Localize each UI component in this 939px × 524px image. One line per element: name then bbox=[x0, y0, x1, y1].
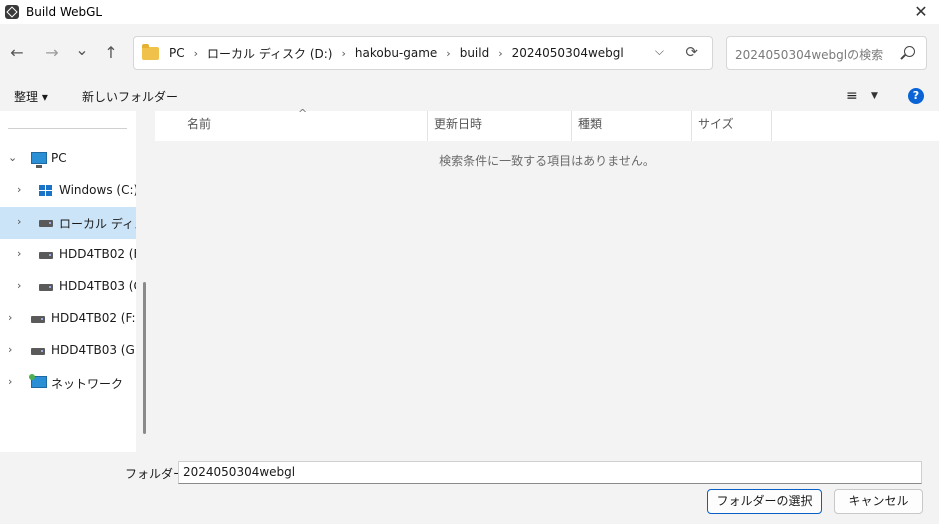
drive-icon bbox=[39, 252, 53, 259]
new-folder-button[interactable]: 新しいフォルダー bbox=[82, 88, 178, 105]
recent-locations-chevron-icon[interactable]: ⌄ bbox=[70, 38, 94, 62]
drive-icon bbox=[31, 348, 45, 355]
search-icon[interactable] bbox=[904, 46, 915, 57]
empty-folder-message: 検索条件に一致する項目はありません。 bbox=[439, 154, 655, 168]
pc-icon bbox=[31, 152, 47, 168]
drive-icon bbox=[39, 220, 53, 227]
search-box[interactable]: 2024050304webglの検索 bbox=[726, 36, 927, 70]
network-icon bbox=[29, 374, 47, 388]
breadcrumb-separator-icon[interactable]: › bbox=[194, 47, 198, 60]
close-icon[interactable]: ✕ bbox=[911, 2, 931, 22]
chevron-right-icon[interactable]: › bbox=[8, 375, 12, 388]
sidebar-item-hdd4tb03-g[interactable]: › HDD4TB03 (G:) bbox=[0, 271, 136, 303]
navigation-pane: ⌄ PC › Windows (C:) › ローカル ディスク › HDD4TB… bbox=[0, 111, 136, 452]
sidebar-scrollbar[interactable] bbox=[143, 282, 146, 434]
folder-name-input[interactable]: 2024050304webgl bbox=[178, 461, 922, 484]
drive-icon bbox=[31, 316, 45, 323]
unity-app-icon bbox=[5, 5, 19, 19]
sidebar-item-label: HDD4TB02 (F:) bbox=[59, 247, 136, 261]
sidebar-item-network[interactable]: › ネットワーク bbox=[0, 367, 136, 399]
chevron-right-icon[interactable]: › bbox=[17, 215, 21, 228]
column-header-date-modified[interactable]: 更新日時 bbox=[428, 111, 572, 141]
chevron-right-icon[interactable]: › bbox=[17, 183, 21, 196]
sidebar-item-label: Windows (C:) bbox=[59, 183, 136, 197]
address-dropdown-icon[interactable]: ⌵ bbox=[655, 44, 664, 59]
breadcrumb-separator-icon[interactable]: › bbox=[498, 47, 502, 60]
sidebar-item-windows-c[interactable]: › Windows (C:) bbox=[0, 175, 136, 207]
view-dropdown-icon[interactable]: ▼ bbox=[871, 91, 878, 101]
column-header-type[interactable]: 種類 bbox=[572, 111, 692, 141]
breadcrumb-current-folder[interactable]: 2024050304webgl bbox=[512, 46, 624, 60]
dialog-footer: フォルダー: 2024050304webgl フォルダーの選択 キャンセル bbox=[0, 452, 939, 524]
breadcrumb-separator-icon[interactable]: › bbox=[446, 47, 450, 60]
chevron-right-icon[interactable]: › bbox=[8, 311, 12, 324]
sidebar-item-label: ネットワーク bbox=[51, 377, 124, 391]
address-bar[interactable]: PC › ローカル ディスク (D:) › hakobu-game › buil… bbox=[133, 36, 713, 70]
column-header-name[interactable]: 名前 bbox=[181, 111, 428, 141]
sidebar-item-hdd4tb02-f[interactable]: › HDD4TB02 (F:) bbox=[0, 239, 136, 271]
command-bar: 整理 ▾ 新しいフォルダー ≡ ▼ ? bbox=[0, 82, 939, 111]
sidebar-item-label: HDD4TB02 (F:) bbox=[51, 311, 136, 325]
sidebar-item-local-disk-d[interactable]: › ローカル ディスク bbox=[0, 207, 136, 239]
drive-icon bbox=[39, 284, 53, 291]
sidebar-item-label: HDD4TB03 (G:) bbox=[51, 343, 136, 357]
chevron-right-icon[interactable]: › bbox=[8, 343, 12, 356]
column-header-row: ^ 名前 更新日時 種類 サイズ bbox=[155, 107, 939, 141]
folder-icon bbox=[142, 43, 159, 60]
sidebar-item-pc[interactable]: ⌄ PC bbox=[0, 143, 136, 175]
window-title: Build WebGL bbox=[26, 5, 103, 19]
organize-menu[interactable]: 整理 ▾ bbox=[14, 88, 48, 105]
pane-divider bbox=[8, 128, 127, 129]
sidebar-item-hdd4tb03-g-root[interactable]: › HDD4TB03 (G:) bbox=[0, 335, 136, 367]
up-arrow-icon[interactable]: ↑ bbox=[99, 41, 123, 65]
breadcrumb-local-disk[interactable]: ローカル ディスク (D:) bbox=[207, 45, 332, 62]
search-placeholder[interactable]: 2024050304webglの検索 bbox=[735, 46, 883, 63]
select-folder-button[interactable]: フォルダーの選択 bbox=[707, 489, 822, 514]
forward-arrow-icon[interactable]: → bbox=[40, 41, 64, 65]
view-options-icon[interactable]: ≡ bbox=[846, 88, 858, 104]
windows-drive-icon bbox=[39, 185, 52, 196]
navigation-bar: ← → ⌄ ↑ PC › ローカル ディスク (D:) › hakobu-gam… bbox=[0, 24, 939, 82]
refresh-icon[interactable]: ⟳ bbox=[685, 43, 698, 61]
breadcrumb-build[interactable]: build bbox=[460, 46, 490, 60]
breadcrumb-pc[interactable]: PC bbox=[169, 46, 185, 60]
file-list: ^ 名前 更新日時 種類 サイズ 検索条件に一致する項目はありません。 bbox=[155, 107, 939, 452]
column-header-size[interactable]: サイズ bbox=[692, 111, 772, 141]
cancel-button[interactable]: キャンセル bbox=[834, 489, 923, 514]
chevron-right-icon[interactable]: › bbox=[17, 247, 21, 260]
help-icon[interactable]: ? bbox=[908, 88, 924, 104]
sidebar-item-label: HDD4TB03 (G:) bbox=[59, 279, 136, 293]
chevron-down-icon[interactable]: ⌄ bbox=[8, 151, 17, 164]
back-arrow-icon[interactable]: ← bbox=[5, 41, 29, 65]
breadcrumb-separator-icon[interactable]: › bbox=[341, 47, 345, 60]
sidebar-item-label: ローカル ディスク bbox=[59, 217, 136, 231]
sidebar-item-hdd4tb02-f-root[interactable]: › HDD4TB02 (F:) bbox=[0, 303, 136, 335]
breadcrumb-hakobu-game[interactable]: hakobu-game bbox=[355, 46, 437, 60]
title-bar: Build WebGL ✕ bbox=[0, 0, 939, 24]
sidebar-item-label: PC bbox=[51, 151, 67, 165]
chevron-right-icon[interactable]: › bbox=[17, 279, 21, 292]
